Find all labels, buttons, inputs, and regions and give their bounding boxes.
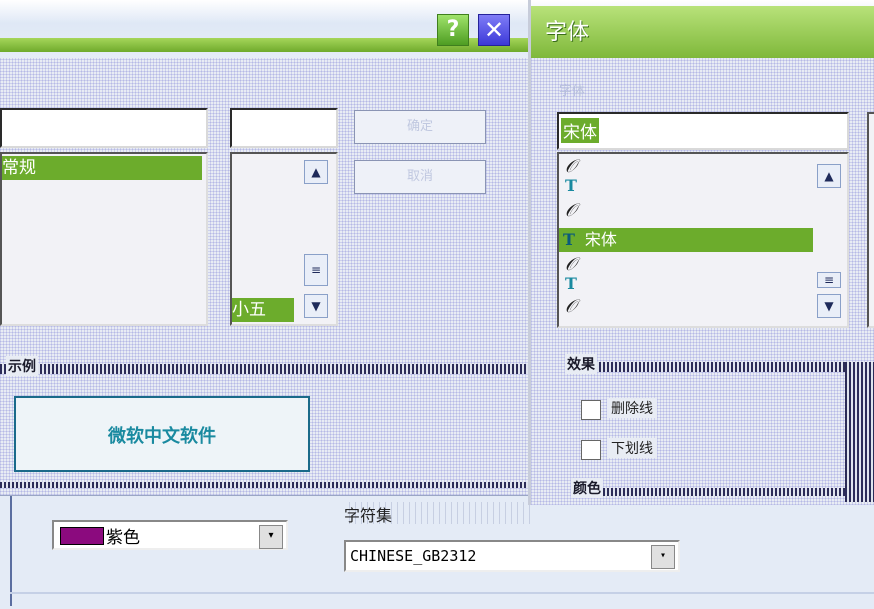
preview-text: 微软中文软件	[108, 426, 216, 447]
font-name-list[interactable]: 𝒪 T 𝒪 T 宋体 𝒪 T 𝒪 ▲ ≡ ▼	[557, 152, 849, 328]
style-list[interactable]: 常规	[0, 152, 208, 326]
font-item-open-1[interactable]: 𝒪	[565, 156, 576, 177]
cancel-button[interactable]: 取消	[354, 160, 486, 194]
color-group-line	[571, 488, 871, 496]
left-dialog-titlebar: ? ✕	[0, 0, 528, 58]
underline-checkbox[interactable]	[581, 440, 601, 460]
font-item-open-2[interactable]: 𝒪	[565, 200, 576, 221]
color-value: 紫色	[106, 528, 140, 548]
strikeout-checkbox[interactable]	[581, 400, 601, 420]
preview-bottom-line	[0, 482, 528, 488]
size-item-selected-label: 小五	[232, 300, 266, 320]
font-item-selected[interactable]: T 宋体	[559, 228, 813, 252]
back-dialog-bottom-border	[10, 592, 874, 594]
style-input[interactable]	[0, 108, 208, 148]
left-dialog: ? ✕ 常规 ▲ ≡ ▼ 小五 确定 取消 示例 微软中文软件	[0, 0, 528, 495]
font-scroll-down[interactable]: ▼	[817, 294, 841, 318]
font-item-open-4[interactable]: 𝒪	[565, 296, 576, 317]
font-name-input-value: 宋体	[561, 118, 599, 143]
style-item-regular-label: 常规	[2, 158, 36, 178]
size-list[interactable]: ▲ ≡ ▼ 小五	[230, 152, 338, 326]
back-dialog-left-border	[10, 496, 12, 606]
color-select[interactable]: 紫色 ▾	[52, 520, 288, 550]
ok-button[interactable]: 确定	[354, 110, 486, 144]
color-swatch	[60, 527, 104, 545]
charset-value: CHINESE_GB2312	[350, 547, 477, 565]
size-input[interactable]	[230, 108, 338, 148]
font-dialog-title: 字体	[545, 20, 590, 45]
font-scroll-thumb[interactable]: ≡	[817, 272, 841, 288]
size-scroll-up[interactable]: ▲	[304, 160, 328, 184]
size-scroll-thumb[interactable]: ≡	[304, 254, 328, 286]
back-dialog: 紫色 ▾ 字符集 CHINESE_GB2312 ▾	[0, 495, 874, 609]
charset-label-text: 字符集	[344, 506, 393, 524]
charset-label: 字符集	[344, 502, 534, 524]
font-name-input[interactable]: 宋体	[557, 112, 849, 150]
charset-select[interactable]: CHINESE_GB2312 ▾	[344, 540, 680, 572]
font-dialog: 字体 字体 宋体 𝒪 T 𝒪 T 宋体 𝒪 T 𝒪 ▲ ≡ ▼ 效果 删除线 下划…	[528, 0, 874, 505]
underline-label: 下划线	[607, 438, 657, 458]
preview-group-line	[0, 364, 528, 374]
size-item-selected[interactable]: 小五	[232, 298, 294, 322]
truetype-icon: T	[563, 230, 575, 249]
effects-group-line	[571, 362, 871, 372]
effects-group-label: 效果	[565, 354, 597, 374]
font-dialog-titlebar: 字体	[531, 0, 874, 58]
font-scroll-up[interactable]: ▲	[817, 164, 841, 188]
font-style-list-edge[interactable]	[867, 112, 874, 328]
truetype-icon: T	[565, 176, 577, 195]
color-group-label: 颜色	[571, 478, 603, 498]
font-label: 字体	[559, 84, 586, 99]
font-item-open-3[interactable]: 𝒪	[565, 254, 576, 275]
effects-right-edge	[845, 362, 874, 502]
strikeout-label: 删除线	[607, 398, 657, 418]
size-scroll-down[interactable]: ▼	[304, 294, 328, 318]
style-item-regular[interactable]: 常规	[2, 156, 202, 180]
charset-dropdown-button[interactable]: ▾	[651, 545, 675, 569]
preview-group-label: 示例	[6, 356, 38, 376]
close-button[interactable]: ✕	[478, 14, 510, 46]
truetype-icon: T	[565, 274, 577, 293]
font-item-selected-label: 宋体	[584, 230, 617, 249]
color-dropdown-button[interactable]: ▾	[259, 525, 283, 549]
help-button[interactable]: ?	[437, 14, 469, 46]
preview-box: 微软中文软件	[14, 396, 310, 472]
